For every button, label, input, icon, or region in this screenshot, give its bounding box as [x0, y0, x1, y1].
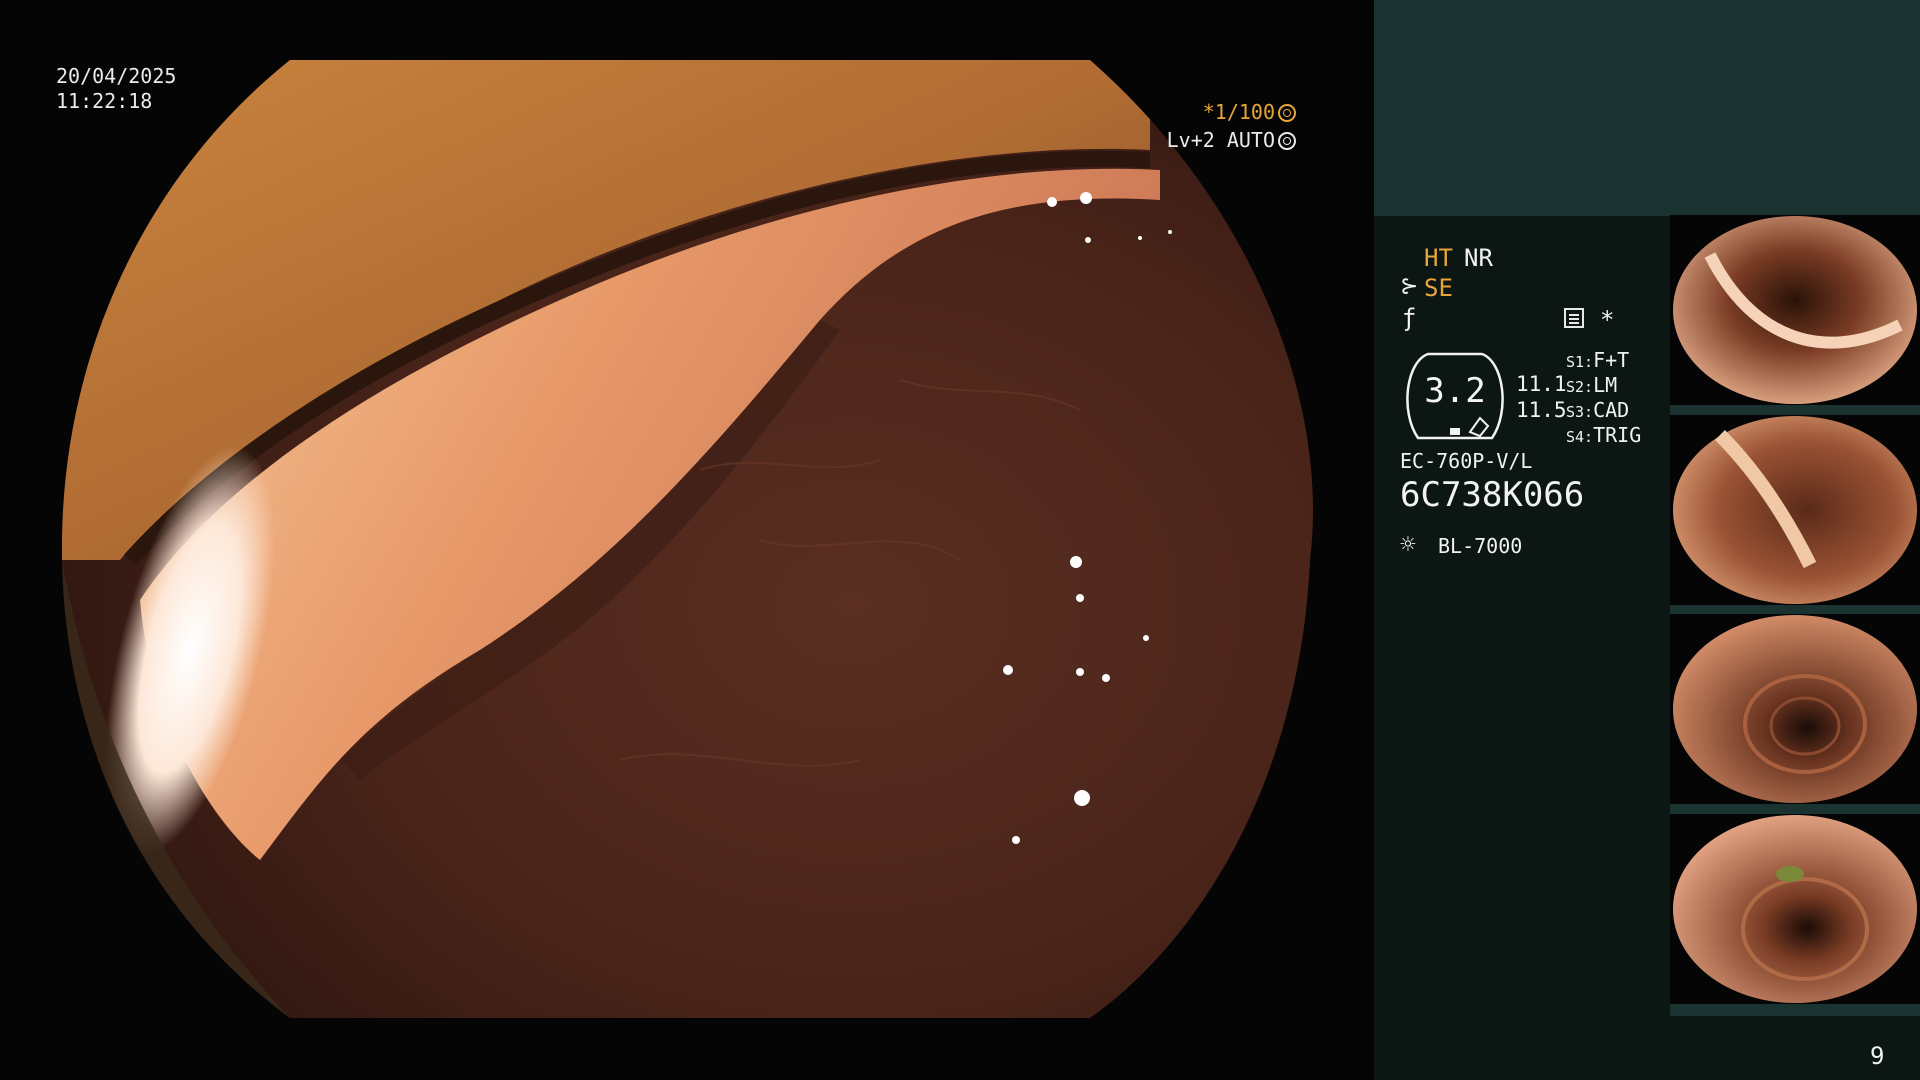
info-panel: HT NR ⊱ SE ƒ * 3.2 11.1 11.5 S1:F+T S2:L…	[1374, 0, 1920, 1080]
exam-time: 11:22:18	[56, 89, 153, 113]
memo-icon	[1564, 308, 1584, 328]
nr-indicator: NR	[1464, 244, 1493, 272]
capture-thumbnail-3[interactable]	[1670, 614, 1920, 804]
se-indicator: SE	[1424, 274, 1453, 302]
switch-4: S4:TRIG	[1566, 425, 1641, 445]
freeze-icon: ƒ	[1402, 304, 1417, 332]
switch-1-key: S1:	[1566, 353, 1594, 371]
setting-value-1: 11.1	[1516, 372, 1567, 396]
thumbnail-image-3	[1673, 615, 1917, 803]
switch-3-key: S3:	[1566, 403, 1594, 421]
endoscopic-image	[61, 60, 1314, 1018]
capture-thumbnail-1[interactable]	[1670, 215, 1920, 405]
iris-icon	[1278, 132, 1296, 150]
thumbnail-image-1	[1673, 216, 1917, 404]
scope-serial: 6C738K066	[1400, 475, 1585, 515]
thumbnail-image-4	[1673, 815, 1917, 1003]
switch-2-key: S2:	[1566, 378, 1594, 396]
panel-header	[1374, 0, 1920, 216]
switch-2-value: LM	[1593, 373, 1618, 397]
star-indicator: *	[1600, 306, 1615, 334]
exam-date: 20/04/2025	[56, 64, 177, 88]
endoscope-view: 20/04/2025 11:22:18 *1/100 Lv+2 AUTO	[0, 0, 1372, 1080]
switch-4-key: S4:	[1566, 428, 1594, 446]
switch-3: S3:CAD	[1566, 400, 1629, 420]
switch-3-value: CAD	[1593, 398, 1630, 422]
switch-1-value: F+T	[1593, 348, 1630, 372]
zoom-badge: 3.2	[1400, 352, 1510, 440]
light-source: BL-7000	[1438, 534, 1523, 558]
scope-connector-icon: ⊱	[1400, 274, 1419, 299]
shutter-speed: *1/100	[1203, 102, 1296, 122]
switch-4-value: TRIG	[1593, 423, 1642, 447]
thumbnail-bar-4	[1670, 1004, 1920, 1016]
thumbnail-image-2	[1673, 416, 1917, 604]
switch-2: S2:LM	[1566, 375, 1617, 395]
capture-thumbnail-2[interactable]	[1670, 415, 1920, 605]
ht-indicator: HT	[1424, 244, 1453, 272]
page-number: 9	[1870, 1042, 1885, 1070]
aperture-icon	[1278, 104, 1296, 122]
switch-1: S1:F+T	[1566, 350, 1629, 370]
light-bulb-icon: ☼	[1400, 530, 1416, 560]
zoom-value: 3.2	[1424, 371, 1486, 411]
brightness-level-value: Lv+2 AUTO	[1166, 128, 1275, 152]
capture-thumbnail-4[interactable]	[1670, 814, 1920, 1004]
brightness-level: Lv+2 AUTO	[1167, 130, 1296, 150]
scope-model: EC-760P-V/L	[1400, 449, 1533, 473]
setting-value-2: 11.5	[1516, 398, 1567, 422]
shutter-speed-value: *1/100	[1202, 100, 1275, 124]
